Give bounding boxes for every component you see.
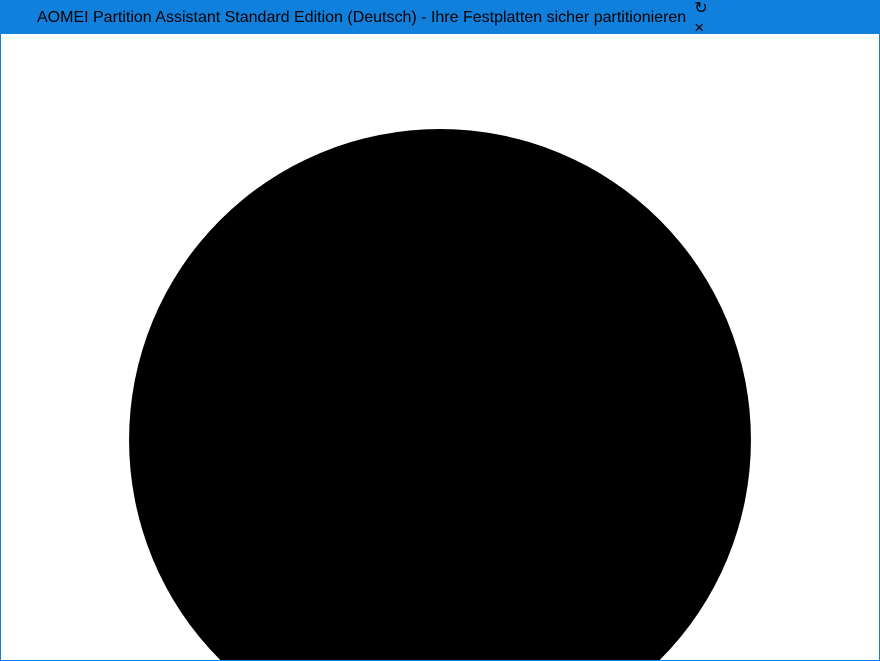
close-button[interactable]: × <box>694 18 707 38</box>
apply-check-icon <box>129 129 751 660</box>
app-window: AOMEI Partition Assistant Standard Editi… <box>0 0 880 661</box>
titlebar: AOMEI Partition Assistant Standard Editi… <box>1 1 879 37</box>
aomei-logo-icon <box>11 9 29 27</box>
toolbar: Ausführen Verwerfen ↶ Rückgängig ↷ Wiede… <box>1 1 879 660</box>
sync-icon[interactable]: ↻ <box>694 1 707 18</box>
toolbar-apply-button[interactable]: Ausführen <box>1 1 879 660</box>
window-controls: ↻ × <box>694 1 707 38</box>
window-title: AOMEI Partition Assistant Standard Editi… <box>37 8 687 26</box>
